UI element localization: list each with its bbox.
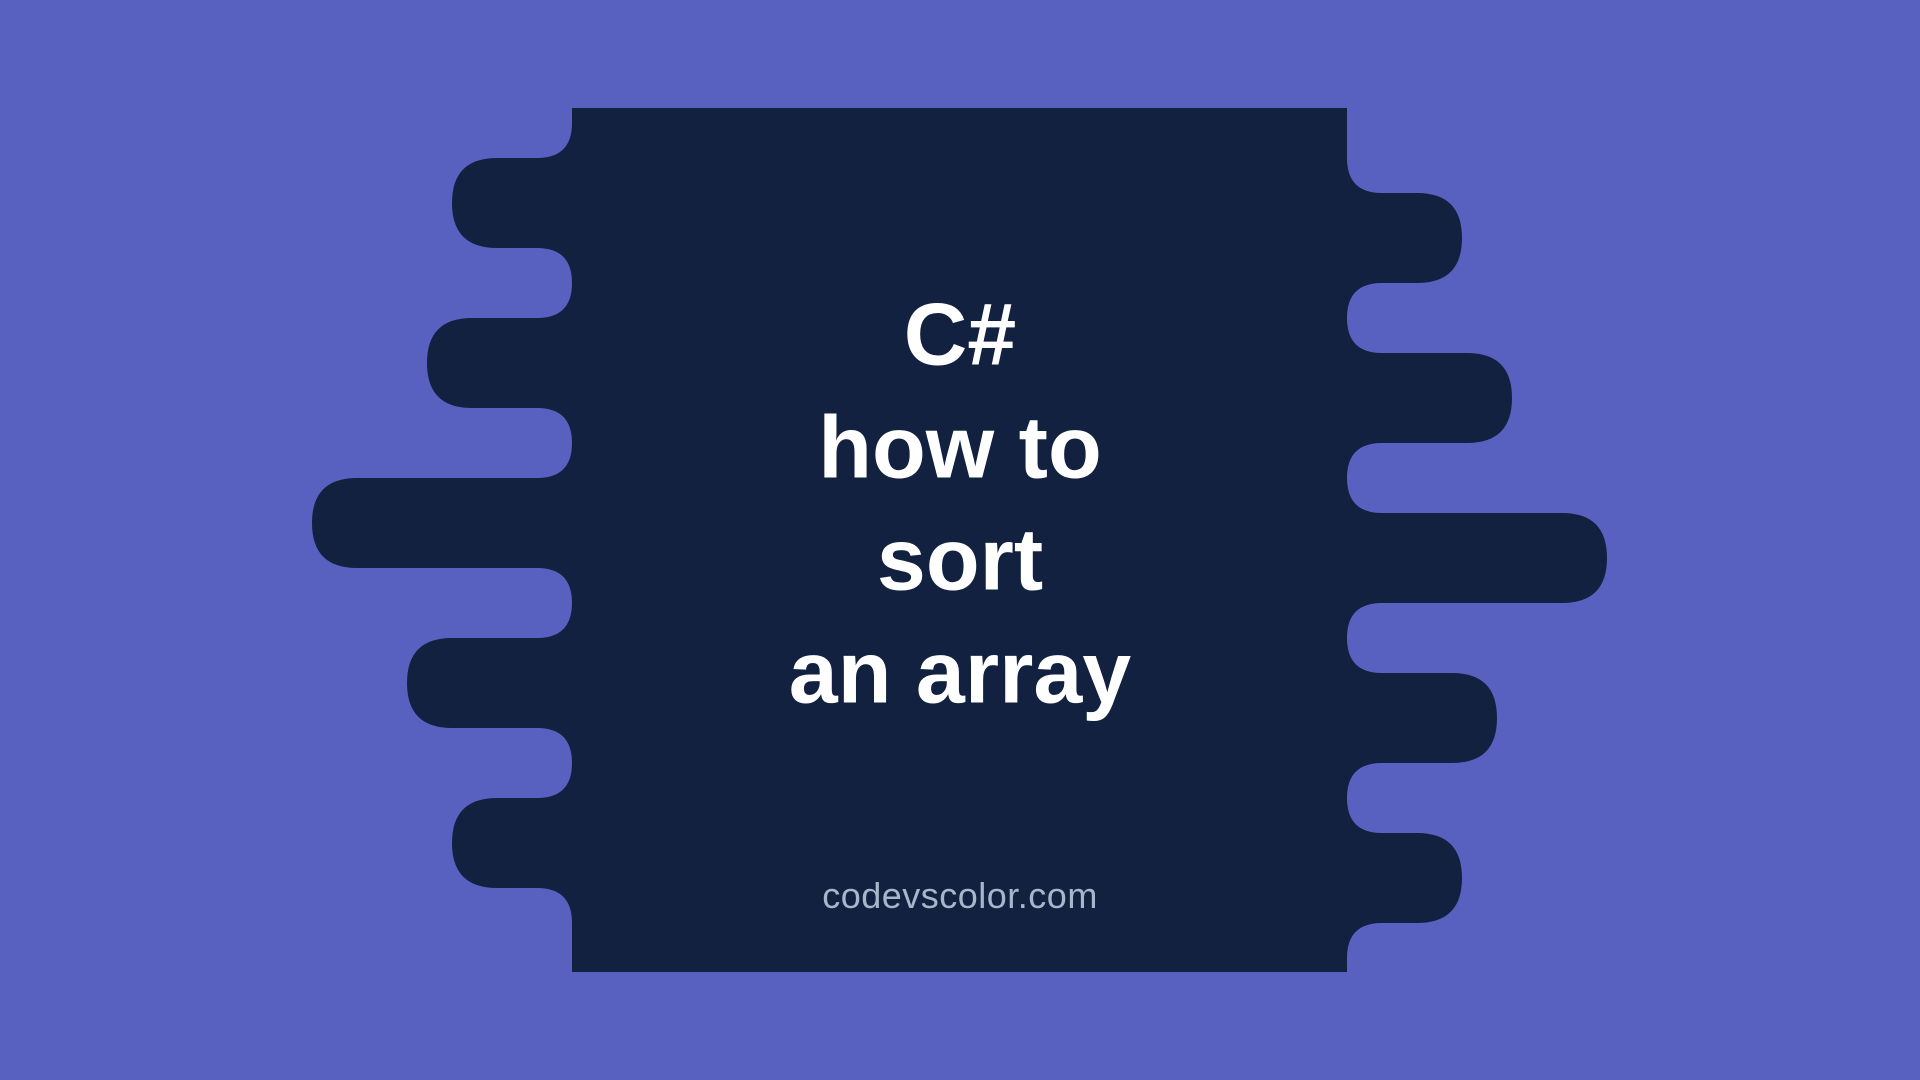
title-content: C# how to sort an array <box>789 279 1131 729</box>
title-line-4: an array <box>789 617 1131 730</box>
title-line-3: sort <box>789 504 1131 617</box>
card-container: C# how to sort an array codevscolor.com <box>192 108 1728 972</box>
footer-link: codevscolor.com <box>822 875 1098 917</box>
title-line-2: how to <box>789 391 1131 504</box>
title-line-1: C# <box>789 279 1131 392</box>
